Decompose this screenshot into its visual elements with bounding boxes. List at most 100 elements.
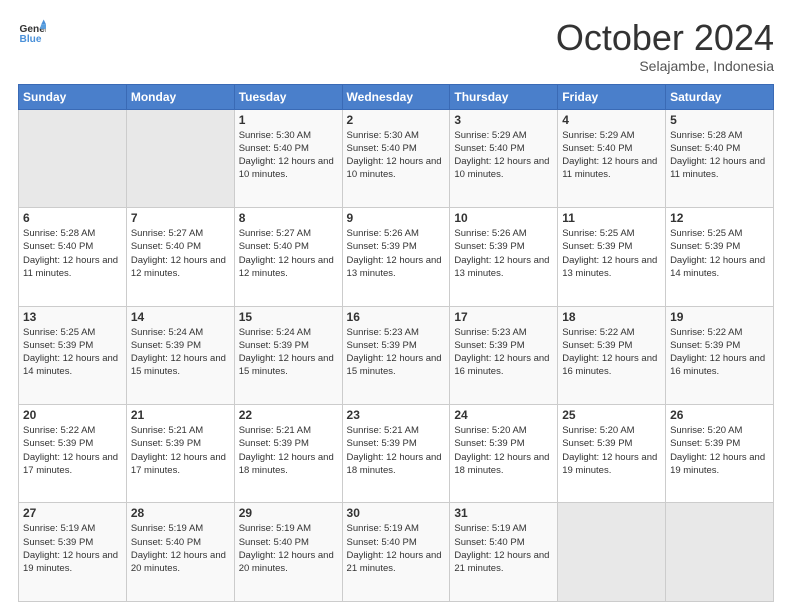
calendar-cell: 10Sunrise: 5:26 AM Sunset: 5:39 PM Dayli… [450, 208, 558, 306]
day-number: 12 [670, 211, 769, 225]
calendar-cell: 8 Sunrise: 5:27 AM Sunset: 5:40 PM Daylig… [234, 208, 342, 306]
day-info: Sunrise: 5:29 AM Sunset: 5:40 PM Dayligh… [454, 129, 553, 182]
day-number: 9 [347, 211, 446, 225]
day-info: Sunrise: 5:21 AM Sunset: 5:39 PM Dayligh… [131, 424, 230, 477]
day-number: 2 [347, 113, 446, 127]
calendar-cell: 20 Sunrise: 5:22 AM Sunset: 5:39 PM Dayli… [19, 405, 127, 503]
day-info: Sunrise: 5:19 AM Sunset: 5:39 PM Dayligh… [23, 522, 122, 575]
day-number: 11 [562, 211, 661, 225]
day-number: 6 [23, 211, 122, 225]
calendar-cell: 31 Sunrise: 5:19 AM Sunset: 5:40 PM Dayli… [450, 503, 558, 602]
day-info: Sunrise: 5:26 AM Sunset: 5:39 PM Dayligh… [347, 227, 446, 280]
page: General Blue October 2024 Selajambe, Ind… [0, 0, 792, 612]
calendar-cell [666, 503, 774, 602]
calendar-cell: 21 Sunrise: 5:21 AM Sunset: 5:39 PM Dayli… [126, 405, 234, 503]
title-area: October 2024 Selajambe, Indonesia [556, 18, 774, 74]
calendar-cell: 12 Sunrise: 5:25 AM Sunset: 5:39 PM Dayli… [666, 208, 774, 306]
calendar-cell: 17Sunrise: 5:23 AM Sunset: 5:39 PM Dayli… [450, 306, 558, 404]
weekday-header-thursday: Thursday [450, 84, 558, 109]
day-number: 17 [454, 310, 553, 324]
calendar-cell: 23 Sunrise: 5:21 AM Sunset: 5:39 PM Dayli… [342, 405, 450, 503]
day-number: 31 [454, 506, 553, 520]
calendar-cell: 7Sunrise: 5:27 AM Sunset: 5:40 PM Daylig… [126, 208, 234, 306]
calendar-cell [126, 109, 234, 207]
day-number: 21 [131, 408, 230, 422]
day-info: Sunrise: 5:25 AM Sunset: 5:39 PM Dayligh… [670, 227, 769, 280]
calendar-cell [558, 503, 666, 602]
day-info: Sunrise: 5:30 AM Sunset: 5:40 PM Dayligh… [239, 129, 338, 182]
calendar-cell: 2 Sunrise: 5:30 AM Sunset: 5:40 PM Daylig… [342, 109, 450, 207]
day-info: Sunrise: 5:20 AM Sunset: 5:39 PM Dayligh… [454, 424, 553, 477]
calendar-cell: 16 Sunrise: 5:23 AM Sunset: 5:39 PM Dayli… [342, 306, 450, 404]
location: Selajambe, Indonesia [556, 58, 774, 74]
day-info: Sunrise: 5:21 AM Sunset: 5:39 PM Dayligh… [347, 424, 446, 477]
day-number: 5 [670, 113, 769, 127]
day-number: 25 [562, 408, 661, 422]
weekday-header-monday: Monday [126, 84, 234, 109]
calendar-cell: 28Sunrise: 5:19 AM Sunset: 5:40 PM Dayli… [126, 503, 234, 602]
day-number: 8 [239, 211, 338, 225]
day-number: 24 [454, 408, 553, 422]
calendar-cell: 6 Sunrise: 5:28 AM Sunset: 5:40 PM Daylig… [19, 208, 127, 306]
day-number: 18 [562, 310, 661, 324]
calendar-table: SundayMondayTuesdayWednesdayThursdayFrid… [18, 84, 774, 602]
day-info: Sunrise: 5:19 AM Sunset: 5:40 PM Dayligh… [454, 522, 553, 575]
calendar-cell: 5 Sunrise: 5:28 AM Sunset: 5:40 PM Daylig… [666, 109, 774, 207]
day-info: Sunrise: 5:28 AM Sunset: 5:40 PM Dayligh… [670, 129, 769, 182]
day-number: 14 [131, 310, 230, 324]
day-info: Sunrise: 5:22 AM Sunset: 5:39 PM Dayligh… [23, 424, 122, 477]
day-number: 27 [23, 506, 122, 520]
weekday-header-wednesday: Wednesday [342, 84, 450, 109]
calendar-cell: 25Sunrise: 5:20 AM Sunset: 5:39 PM Dayli… [558, 405, 666, 503]
calendar-cell: 24 Sunrise: 5:20 AM Sunset: 5:39 PM Dayli… [450, 405, 558, 503]
day-info: Sunrise: 5:27 AM Sunset: 5:40 PM Dayligh… [239, 227, 338, 280]
calendar-cell: 3 Sunrise: 5:29 AM Sunset: 5:40 PM Daylig… [450, 109, 558, 207]
day-info: Sunrise: 5:24 AM Sunset: 5:39 PM Dayligh… [131, 326, 230, 379]
week-row-3: 20 Sunrise: 5:22 AM Sunset: 5:39 PM Dayli… [19, 405, 774, 503]
day-number: 3 [454, 113, 553, 127]
calendar-cell [19, 109, 127, 207]
calendar-cell: 4Sunrise: 5:29 AM Sunset: 5:40 PM Daylig… [558, 109, 666, 207]
day-number: 29 [239, 506, 338, 520]
logo: General Blue [18, 18, 46, 46]
day-number: 22 [239, 408, 338, 422]
day-info: Sunrise: 5:22 AM Sunset: 5:39 PM Dayligh… [562, 326, 661, 379]
calendar-cell: 1 Sunrise: 5:30 AM Sunset: 5:40 PM Daylig… [234, 109, 342, 207]
day-info: Sunrise: 5:22 AM Sunset: 5:39 PM Dayligh… [670, 326, 769, 379]
day-info: Sunrise: 5:19 AM Sunset: 5:40 PM Dayligh… [239, 522, 338, 575]
day-number: 16 [347, 310, 446, 324]
day-info: Sunrise: 5:24 AM Sunset: 5:39 PM Dayligh… [239, 326, 338, 379]
day-number: 1 [239, 113, 338, 127]
day-info: Sunrise: 5:19 AM Sunset: 5:40 PM Dayligh… [347, 522, 446, 575]
day-number: 4 [562, 113, 661, 127]
day-number: 13 [23, 310, 122, 324]
week-row-0: 1 Sunrise: 5:30 AM Sunset: 5:40 PM Daylig… [19, 109, 774, 207]
week-row-2: 13 Sunrise: 5:25 AM Sunset: 5:39 PM Dayli… [19, 306, 774, 404]
day-info: Sunrise: 5:28 AM Sunset: 5:40 PM Dayligh… [23, 227, 122, 280]
calendar-cell: 30 Sunrise: 5:19 AM Sunset: 5:40 PM Dayli… [342, 503, 450, 602]
calendar-cell: 29 Sunrise: 5:19 AM Sunset: 5:40 PM Dayli… [234, 503, 342, 602]
day-number: 10 [454, 211, 553, 225]
day-number: 30 [347, 506, 446, 520]
calendar-cell: 14 Sunrise: 5:24 AM Sunset: 5:39 PM Dayli… [126, 306, 234, 404]
day-info: Sunrise: 5:25 AM Sunset: 5:39 PM Dayligh… [23, 326, 122, 379]
week-row-1: 6 Sunrise: 5:28 AM Sunset: 5:40 PM Daylig… [19, 208, 774, 306]
day-info: Sunrise: 5:23 AM Sunset: 5:39 PM Dayligh… [347, 326, 446, 379]
calendar-cell: 11Sunrise: 5:25 AM Sunset: 5:39 PM Dayli… [558, 208, 666, 306]
day-info: Sunrise: 5:30 AM Sunset: 5:40 PM Dayligh… [347, 129, 446, 182]
calendar-cell: 27 Sunrise: 5:19 AM Sunset: 5:39 PM Dayli… [19, 503, 127, 602]
week-row-4: 27 Sunrise: 5:19 AM Sunset: 5:39 PM Dayli… [19, 503, 774, 602]
day-number: 20 [23, 408, 122, 422]
day-number: 23 [347, 408, 446, 422]
day-number: 15 [239, 310, 338, 324]
weekday-header-saturday: Saturday [666, 84, 774, 109]
calendar-cell: 15 Sunrise: 5:24 AM Sunset: 5:39 PM Dayli… [234, 306, 342, 404]
weekday-header-row: SundayMondayTuesdayWednesdayThursdayFrid… [19, 84, 774, 109]
weekday-header-tuesday: Tuesday [234, 84, 342, 109]
calendar-cell: 26Sunrise: 5:20 AM Sunset: 5:39 PM Dayli… [666, 405, 774, 503]
calendar-cell: 9 Sunrise: 5:26 AM Sunset: 5:39 PM Daylig… [342, 208, 450, 306]
day-number: 7 [131, 211, 230, 225]
weekday-header-friday: Friday [558, 84, 666, 109]
day-number: 26 [670, 408, 769, 422]
logo-icon: General Blue [18, 18, 46, 46]
